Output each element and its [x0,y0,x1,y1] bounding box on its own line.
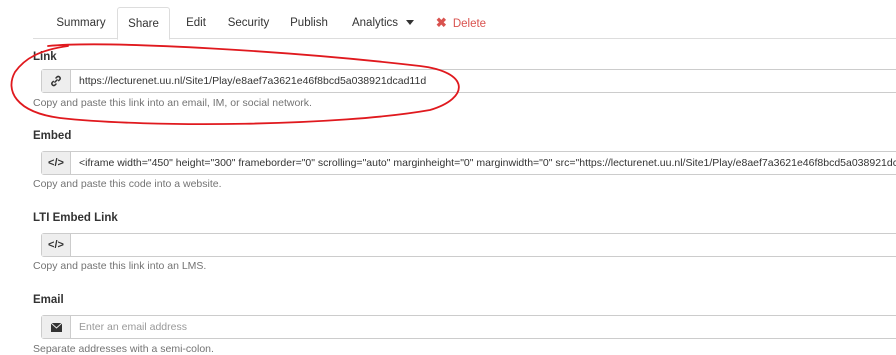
link-input[interactable]: https://lecturenet.uu.nl/Site1/Play/e8ae… [79,70,896,92]
tab-publish-label: Publish [290,17,328,29]
caret-down-icon [406,20,415,26]
envelope-icon [42,316,71,338]
email-field[interactable]: Enter an email address [41,315,896,339]
tab-summary[interactable]: Summary [47,7,115,39]
tab-edit[interactable]: Edit [178,7,214,39]
code-icon: </> [42,234,71,256]
tab-share[interactable]: Share [117,7,170,40]
email-help: Separate addresses with a semi-colon. [33,343,214,355]
x-icon: ✖ [435,15,447,30]
link-icon [42,70,71,92]
lti-field[interactable]: </> [41,233,896,257]
lti-help: Copy and paste this link into an LMS. [33,260,207,272]
link-field[interactable]: https://lecturenet.uu.nl/Site1/Play/e8ae… [41,69,896,93]
tab-security[interactable]: Security [221,7,276,39]
embed-label: Embed [33,130,72,142]
annotation-circle [10,43,460,126]
link-label: Link [33,51,57,63]
embed-field[interactable]: </> <iframe width="450" height="300" fra… [41,151,896,175]
delete-label: Delete [452,18,487,30]
code-icon: </> [42,152,71,174]
tab-publish[interactable]: Publish [284,7,334,39]
delete-button[interactable]: ✖ Delete [431,7,491,39]
embed-help: Copy and paste this code into a website. [33,178,222,190]
link-help: Copy and paste this link into an email, … [33,97,312,109]
tab-summary-label: Summary [56,17,106,29]
tab-security-label: Security [227,17,270,29]
lti-label: LTI Embed Link [33,212,118,224]
email-input[interactable]: Enter an email address [79,316,896,338]
link-icon-svg [51,75,61,87]
embed-input[interactable]: <iframe width="450" height="300" framebo… [79,152,896,174]
envelope-icon-svg [50,322,62,332]
tab-share-label: Share [128,18,159,30]
lti-input[interactable] [79,234,896,256]
email-label: Email [33,294,64,306]
tab-analytics-label: Analytics [351,17,399,29]
tab-analytics[interactable]: Analytics [343,7,423,39]
tab-bar: Summary Share Edit Security Publish Anal… [33,0,896,40]
tab-edit-label: Edit [186,17,206,29]
